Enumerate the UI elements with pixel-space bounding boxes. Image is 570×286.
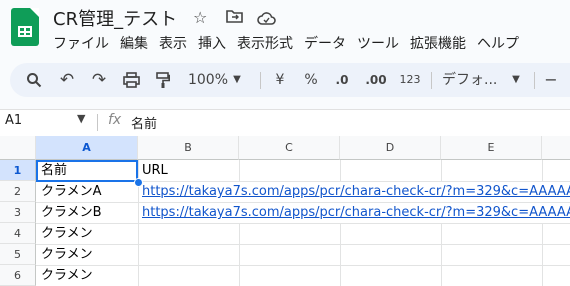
row-header-6[interactable]: 6 [0,265,36,286]
cell-b3-link[interactable]: https://takaya7s.com/apps/pcr/chara-chec… [142,202,570,223]
fx-icon: fx [108,112,122,128]
document-title[interactable]: CR管理_テスト [53,5,177,31]
cell-a6[interactable]: クラメン [41,265,93,286]
toolbar-divider [431,72,432,89]
print-icon[interactable] [121,63,141,97]
menu-insert[interactable]: 挿入 [198,33,226,53]
formula-input[interactable]: 名前 [131,113,157,132]
menu-bar: ファイル 編集 表示 挿入 表示形式 データ ツール 拡張機能 ヘルプ [53,33,530,53]
row-header-5[interactable]: 5 [0,244,36,265]
redo-icon[interactable]: ↷ [89,63,109,97]
grid-line [239,223,240,286]
chevron-down-icon[interactable]: ▼ [510,63,522,97]
grid-line [340,223,341,286]
name-box-dropdown-icon[interactable]: ▼ [77,112,85,125]
row-header-2[interactable]: 2 [0,181,36,202]
menu-edit[interactable]: 編集 [120,33,148,53]
toolbar-divider [534,72,535,89]
star-icon[interactable]: ☆ [193,8,207,27]
formula-bar [0,109,570,136]
cell-a3[interactable]: クラメンB [41,202,102,223]
grid-line [239,160,240,181]
grid-line [542,223,543,286]
number-format-button[interactable]: 123 [398,63,422,97]
cell-a4[interactable]: クラメン [41,223,93,244]
cloud-status-icon[interactable] [257,10,276,29]
formula-divider [97,114,98,131]
menu-tools[interactable]: ツール [357,33,399,53]
font-select[interactable]: デフォ... [442,63,502,97]
column-header-e[interactable]: E [441,136,542,160]
increase-decimals-button[interactable]: .00 [365,63,387,97]
grid-line [36,244,570,245]
menu-help[interactable]: ヘルプ [477,33,519,53]
column-header-a[interactable]: A [36,136,138,160]
column-header-c[interactable]: C [239,136,340,160]
search-icon[interactable] [24,63,44,97]
grid-line [340,160,341,181]
menu-view[interactable]: 表示 [159,33,187,53]
menu-format[interactable]: 表示形式 [237,33,293,53]
font-size-decrease-button[interactable]: − [544,63,558,97]
grid-line [542,160,543,181]
menu-data[interactable]: データ [304,33,346,53]
column-header-b[interactable]: B [138,136,239,160]
row-header-3[interactable]: 3 [0,202,36,223]
column-header-f[interactable] [542,136,570,160]
menu-file[interactable]: ファイル [53,33,109,53]
menu-extensions[interactable]: 拡張機能 [410,33,466,53]
toolbar-divider [260,72,261,89]
grid-line [36,265,570,266]
grid-line [441,160,442,181]
decrease-decimals-button[interactable]: .0 [330,63,354,97]
active-cell-selection [36,160,138,182]
cell-a2[interactable]: クラメンA [41,181,102,202]
sheets-logo[interactable] [11,8,39,46]
cell-b1[interactable]: URL [142,160,168,181]
currency-format-button[interactable]: ¥ [272,63,288,97]
name-box[interactable]: A1 [5,113,22,128]
cell-b2-link[interactable]: https://takaya7s.com/apps/pcr/chara-chec… [142,181,570,202]
grid-line [441,223,442,286]
move-folder-icon[interactable] [226,8,243,27]
column-header-d[interactable]: D [340,136,441,160]
grid-line [36,223,570,224]
undo-icon[interactable]: ↶ [57,63,77,97]
cell-a5[interactable]: クラメン [41,244,93,265]
paint-format-icon[interactable] [153,63,173,97]
row-header-1[interactable]: 1 [0,160,36,181]
zoom-select[interactable]: 100% [186,63,230,97]
fill-handle[interactable] [134,178,143,187]
select-all-corner[interactable] [0,136,36,160]
chevron-down-icon[interactable]: ▼ [231,63,243,97]
row-header-4[interactable]: 4 [0,223,36,244]
percent-format-button[interactable]: % [303,63,319,97]
